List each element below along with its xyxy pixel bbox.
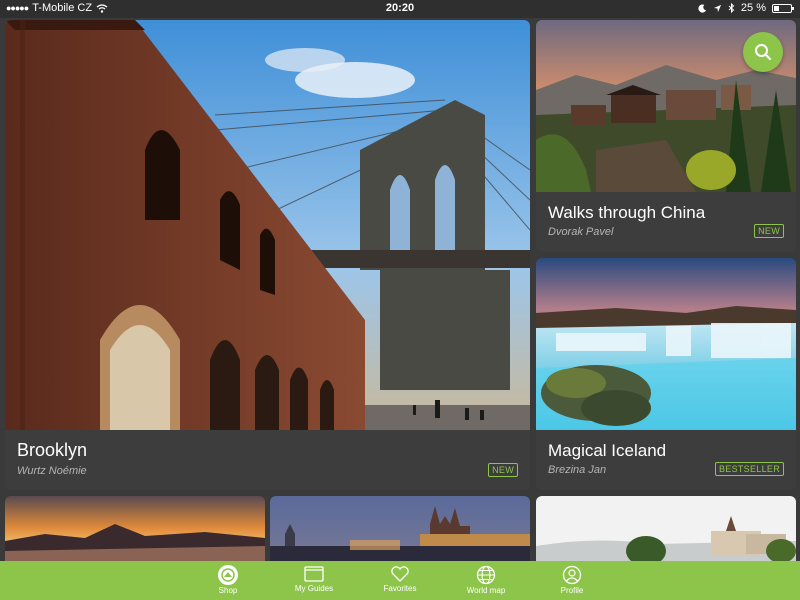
bestseller-badge: BESTSELLER bbox=[714, 462, 784, 476]
tab-label: Favorites bbox=[383, 584, 417, 593]
search-icon bbox=[755, 44, 772, 61]
card-author: Wurtz Noémie bbox=[17, 465, 87, 477]
guide-card-iceland[interactable]: Magical Iceland Brezina Jan BESTSELLER bbox=[536, 258, 796, 490]
moon-icon bbox=[698, 3, 707, 13]
globe-icon bbox=[476, 565, 496, 585]
status-right: 25 % bbox=[698, 2, 794, 14]
card-title: Walks through China bbox=[548, 203, 706, 222]
bluetooth-icon bbox=[728, 3, 735, 13]
search-button[interactable] bbox=[743, 32, 783, 72]
castle-photo bbox=[536, 496, 796, 566]
battery-level bbox=[774, 5, 779, 11]
tab-label: World map bbox=[466, 586, 506, 595]
shop-icon-wrap bbox=[218, 565, 238, 585]
card-author: Dvorak Pavel bbox=[548, 226, 614, 238]
battery-percent: 25 % bbox=[740, 2, 766, 14]
shop-icon bbox=[221, 568, 235, 582]
tab-my-guides[interactable]: My Guides bbox=[274, 561, 354, 600]
iceland-photo bbox=[536, 258, 796, 430]
guide-card-brooklyn[interactable]: Brooklyn Wurtz Noémie NEW bbox=[5, 20, 530, 490]
battery-icon bbox=[772, 3, 794, 13]
card-author: Brezina Jan bbox=[548, 464, 607, 476]
tab-label: Profile bbox=[560, 586, 584, 595]
clock: 20:20 bbox=[385, 2, 415, 14]
prague-castle-photo bbox=[270, 496, 530, 566]
brooklyn-photo bbox=[5, 20, 530, 430]
profile-icon bbox=[562, 565, 582, 585]
tab-favorites[interactable]: Favorites bbox=[360, 561, 440, 600]
tab-profile[interactable]: Profile bbox=[532, 561, 612, 600]
status-bar: ●●●●● T-Mobile CZ 20:20 25 % bbox=[0, 0, 800, 18]
card-title: Brooklyn bbox=[17, 440, 88, 460]
location-icon bbox=[713, 4, 722, 12]
guides-icon bbox=[304, 566, 324, 582]
tab-label: My Guides bbox=[294, 584, 334, 593]
tab-label: Shop bbox=[218, 586, 238, 595]
tab-world-map[interactable]: World map bbox=[446, 561, 526, 600]
tab-shop[interactable]: Shop bbox=[188, 561, 268, 600]
guide-card-castle[interactable] bbox=[536, 496, 796, 566]
sunset-hills-photo bbox=[5, 496, 265, 566]
new-badge: NEW bbox=[488, 463, 518, 477]
tab-bar: Shop My Guides Favorites World map Profi… bbox=[0, 561, 800, 600]
card-title: Magical Iceland bbox=[548, 441, 667, 460]
heart-icon bbox=[391, 566, 409, 582]
new-badge: NEW bbox=[754, 224, 784, 238]
guide-card-sunset-hills[interactable] bbox=[5, 496, 265, 566]
guide-card-prague[interactable] bbox=[270, 496, 530, 566]
